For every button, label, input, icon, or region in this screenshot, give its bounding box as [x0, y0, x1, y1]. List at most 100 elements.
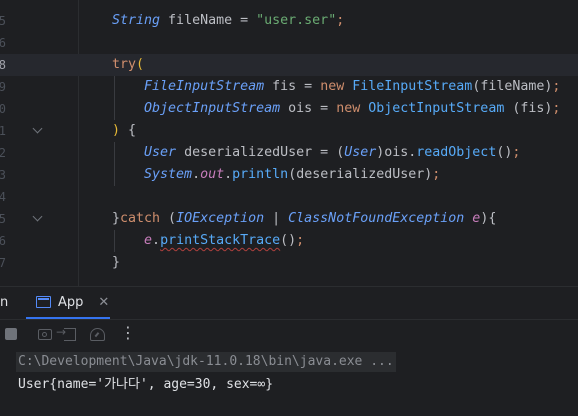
code-line[interactable]: 4	[0, 186, 578, 208]
code-token: println	[232, 167, 289, 182]
code-token: new	[336, 101, 361, 116]
code-token: )ois.	[376, 145, 417, 160]
code-token: (fileName)	[472, 79, 553, 94]
line-number: 0	[0, 102, 6, 116]
code-token: .	[192, 167, 201, 182]
code-token: =	[320, 101, 329, 116]
line-number: 1	[0, 124, 6, 138]
code-token: ois	[280, 101, 321, 116]
code-token: ObjectInputStream	[368, 101, 505, 116]
code-line[interactable]: 6	[0, 32, 578, 54]
code-token: catch	[120, 211, 161, 226]
run-tab-bar: n App ✕	[0, 287, 578, 320]
code-token: IOException	[176, 211, 265, 226]
code-line[interactable]: 2 User deserializedUser = (User)ois.read…	[0, 142, 578, 164]
code-token: .	[224, 167, 233, 182]
code-token: "user.ser"	[256, 13, 337, 28]
code-token: =	[304, 79, 313, 94]
indent-guide	[114, 230, 115, 252]
code-text: ) {	[112, 120, 136, 142]
code-token: (	[160, 211, 177, 226]
code-text: FileInputStream fis = new FileInputStrea…	[112, 76, 560, 98]
code-text: System.out.println(deserializedUser);	[112, 164, 440, 186]
code-text: try(	[112, 54, 144, 76]
code-text: String fileName = "user.ser";	[112, 10, 344, 32]
code-line[interactable]: 5}catch (IOException | ClassNotFoundExce…	[0, 208, 578, 230]
code-token: .	[152, 233, 161, 248]
line-number: 6	[0, 234, 6, 248]
code-token: deserializedUser	[176, 145, 321, 160]
code-token: FileInputStream	[352, 79, 473, 94]
gauge-icon[interactable]	[90, 328, 105, 341]
tab-app[interactable]: App ✕	[26, 287, 110, 319]
more-options-icon[interactable]: ⋮	[120, 323, 136, 343]
code-token: (	[328, 145, 345, 160]
code-token: System	[144, 167, 193, 182]
code-token: readObject	[416, 145, 497, 160]
code-token: printStackTrace	[160, 233, 281, 248]
line-number: 8	[0, 58, 6, 72]
tab-app-label: App	[58, 294, 84, 310]
code-token: e	[144, 233, 153, 248]
login-icon[interactable]	[56, 325, 76, 341]
stop-icon[interactable]	[5, 328, 17, 340]
code-token: }	[112, 255, 121, 270]
fold-chevron-icon[interactable]	[32, 123, 43, 134]
line-number: 3	[0, 168, 6, 182]
indent-guide	[114, 76, 115, 120]
code-token: ){	[480, 211, 497, 226]
truncated-tab-label[interactable]: n	[0, 287, 8, 319]
console-output-line: User{name='가나다', age=30, sex=∞}	[18, 377, 274, 392]
code-line[interactable]: 6 e.printStackTrace();	[0, 230, 578, 252]
code-line[interactable]: 3 System.out.println(deserializedUser);	[0, 164, 578, 186]
code-line[interactable]: 8 try(	[0, 54, 578, 76]
code-token: out	[200, 167, 225, 182]
code-line[interactable]: 0 ObjectInputStream ois = new ObjectInpu…	[0, 98, 578, 120]
camera-icon[interactable]	[38, 329, 52, 340]
code-token: }	[112, 211, 121, 226]
code-token: ;	[552, 101, 561, 116]
code-token: ()	[280, 233, 297, 248]
close-tab-icon[interactable]: ✕	[98, 295, 109, 310]
code-text: }	[112, 252, 120, 274]
indent-guide	[114, 142, 115, 186]
line-number: 4	[0, 190, 6, 204]
code-token: User	[344, 145, 377, 160]
code-token: (deserializedUser)	[288, 167, 433, 182]
run-tool-window: n App ✕ ⋮ C:\Development\Java\jdk-11.0.1…	[0, 286, 578, 416]
code-token: =	[240, 13, 249, 28]
line-number: 5	[0, 14, 6, 28]
code-token: new	[320, 79, 345, 94]
code-line[interactable]: 9 FileInputStream fis = new FileInputStr…	[0, 76, 578, 98]
code-token: ;	[296, 233, 305, 248]
run-toolbar: ⋮	[0, 320, 578, 348]
code-text: e.printStackTrace();	[112, 230, 304, 252]
console-command-line[interactable]: C:\Development\Java\jdk-11.0.18\bin\java…	[16, 352, 396, 372]
code-line[interactable]: 5 String fileName = "user.ser";	[0, 10, 578, 32]
code-token: ClassNotFoundException	[288, 211, 465, 226]
code-token: fileName	[160, 13, 241, 28]
code-token: User	[144, 145, 177, 160]
code-token: String	[112, 13, 161, 28]
code-token: ObjectInputStream	[144, 101, 281, 116]
code-line[interactable]: 1 ) {	[0, 120, 578, 142]
code-token: (	[136, 57, 145, 72]
code-token: {	[120, 123, 137, 138]
code-editor[interactable]: 5 String fileName = "user.ser"; 6 8 try(9 Fi…	[0, 0, 578, 286]
code-token: ;	[552, 79, 561, 94]
line-number: 5	[0, 212, 6, 226]
code-line[interactable]: 7}	[0, 252, 578, 274]
code-token: (fis)	[504, 101, 553, 116]
line-number: 6	[0, 36, 6, 50]
app-window-icon	[36, 296, 51, 308]
fold-chevron-icon[interactable]	[32, 211, 43, 222]
code-token: =	[320, 145, 329, 160]
